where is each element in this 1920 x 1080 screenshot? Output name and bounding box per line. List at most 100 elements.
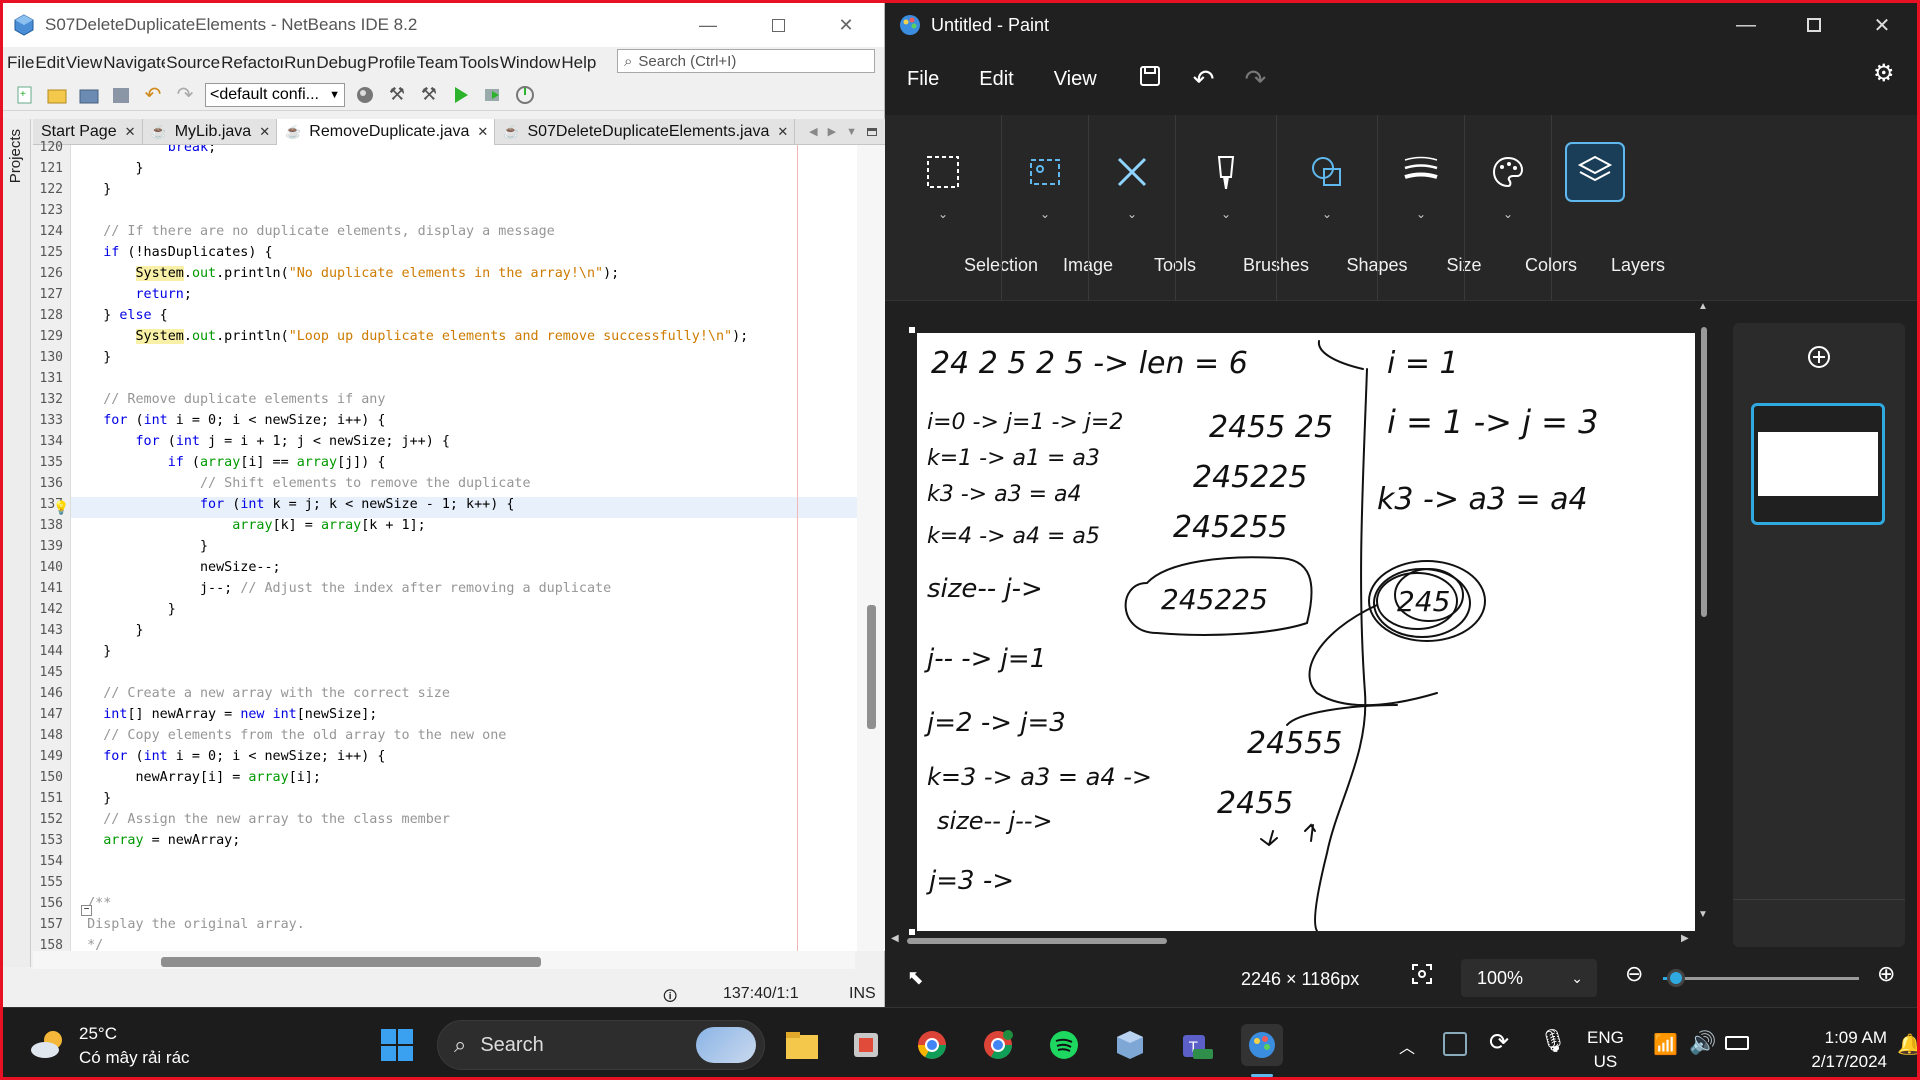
code-line[interactable]: array[k] = array[k + 1];: [71, 515, 426, 536]
save-icon[interactable]: [1139, 65, 1161, 93]
search-input[interactable]: ⌕ Search (Ctrl+I): [617, 49, 875, 73]
code-line[interactable]: }: [71, 347, 111, 368]
tab-removeduplicate[interactable]: ☕ RemoveDuplicate.java ✕: [277, 119, 496, 145]
code-line[interactable]: j--; // Adjust the index after removing …: [71, 578, 611, 599]
code-line[interactable]: // If there are no duplicate elements, d…: [71, 221, 554, 242]
chevron-left-icon[interactable]: ◀: [891, 933, 899, 944]
clean-build-icon[interactable]: ⚒: [417, 84, 441, 106]
close-button[interactable]: ✕: [811, 3, 881, 47]
zoom-out-icon[interactable]: ⊖: [1625, 961, 1643, 987]
taskbar-search[interactable]: ⌕ Search: [437, 1020, 765, 1070]
start-button[interactable]: [376, 1024, 418, 1066]
new-project-icon[interactable]: [45, 84, 69, 106]
save-all-icon[interactable]: [109, 84, 133, 106]
editor-vertical-scrollbar[interactable]: [857, 145, 885, 951]
microphone-icon[interactable]: 🎙: [1539, 1028, 1567, 1054]
close-icon[interactable]: ✕: [125, 124, 136, 140]
code-editor[interactable]: 120 121 122 123 124 125 126 127 128 129 130 131 132 1…: [33, 140, 885, 953]
office-app-icon[interactable]: [845, 1024, 887, 1066]
paint-taskbar-icon[interactable]: [1241, 1024, 1283, 1066]
code-line[interactable]: for (int j = i + 1; j < newSize; j++) {: [71, 431, 450, 452]
minimize-button[interactable]: —: [673, 3, 743, 47]
clock[interactable]: 1:09 AM 2/17/2024: [1767, 1026, 1887, 1074]
battery-icon[interactable]: [1725, 1036, 1749, 1050]
open-project-icon[interactable]: [77, 84, 101, 106]
spotify-icon[interactable]: [1043, 1024, 1085, 1066]
chrome-icon[interactable]: [911, 1024, 953, 1066]
file-explorer-icon[interactable]: [781, 1024, 823, 1066]
code-line[interactable]: newSize--;: [71, 557, 281, 578]
close-icon[interactable]: ✕: [477, 124, 488, 140]
canvas-vertical-scrollbar[interactable]: ▲ ▼: [1697, 301, 1711, 925]
run-icon[interactable]: [449, 84, 473, 106]
close-icon[interactable]: ✕: [259, 124, 270, 140]
code-line[interactable]: // Remove duplicate elements if any: [71, 389, 385, 410]
browser-icon[interactable]: [353, 84, 377, 106]
code-line[interactable]: if (array[i] == array[j]) {: [71, 452, 386, 473]
code-line[interactable]: for (int i = 0; i < newSize; i++) {: [71, 410, 385, 431]
paint-titlebar[interactable]: Untitled - Paint — ✕: [885, 3, 1917, 47]
menu-view[interactable]: View: [1054, 68, 1097, 91]
fold-toggle-icon[interactable]: −: [81, 905, 92, 916]
ribbon-colors[interactable]: ⌄ Colors: [1465, 115, 1577, 301]
tab-s07deleteduplicateelements[interactable]: ☕ S07DeleteDuplicateElements.java ✕: [495, 119, 796, 145]
close-icon[interactable]: ✕: [777, 124, 788, 140]
menu-window[interactable]: Window: [500, 53, 560, 73]
code-line[interactable]: }: [71, 158, 143, 179]
chevron-down-icon[interactable]: ▼: [1698, 909, 1708, 920]
language-indicator[interactable]: ENG US: [1587, 1026, 1624, 1074]
zoom-slider-handle[interactable]: [1667, 969, 1685, 987]
code-line[interactable]: Display the original array.: [71, 914, 305, 935]
fit-to-window-icon[interactable]: [1411, 963, 1433, 990]
code-line[interactable]: return;: [71, 284, 192, 305]
close-button[interactable]: ✕: [1847, 3, 1917, 47]
ribbon-image[interactable]: ⌄ Image: [1002, 115, 1113, 301]
volume-icon[interactable]: 🔊: [1689, 1030, 1716, 1056]
chevron-down-icon[interactable]: ▼: [846, 126, 857, 138]
code-area[interactable]: break; } } // If there are no duplicate …: [71, 145, 871, 951]
menu-debug[interactable]: Debug: [316, 53, 366, 73]
ribbon-size[interactable]: ⌄ Size: [1378, 115, 1482, 301]
code-line[interactable]: for (int k = j; k < newSize - 1; k++) {: [71, 494, 514, 515]
maximize-icon[interactable]: [867, 127, 877, 136]
new-file-icon[interactable]: +: [13, 84, 37, 106]
chevron-right-icon[interactable]: ▶: [828, 125, 836, 138]
scrollbar-thumb[interactable]: [867, 605, 876, 729]
menu-tools[interactable]: Tools: [459, 53, 499, 73]
code-line[interactable]: }: [71, 788, 111, 809]
code-line[interactable]: // Shift elements to remove the duplicat…: [71, 473, 531, 494]
teams-icon[interactable]: T: [1175, 1024, 1217, 1066]
zoom-slider[interactable]: [1663, 977, 1859, 980]
projects-side-panel[interactable]: Projects: [3, 119, 31, 967]
menu-navigate[interactable]: Navigate: [103, 53, 165, 73]
menu-file[interactable]: File: [907, 68, 939, 91]
menu-source[interactable]: Source: [166, 53, 220, 73]
tray-app-icon[interactable]: [1443, 1032, 1467, 1056]
editor-horizontal-scrollbar[interactable]: [33, 951, 855, 969]
menu-team[interactable]: Team: [417, 53, 459, 73]
debug-icon[interactable]: [481, 84, 505, 106]
scrollbar-thumb[interactable]: [161, 957, 541, 967]
menu-run[interactable]: Run: [284, 53, 315, 73]
menu-profile[interactable]: Profile: [367, 53, 415, 73]
ribbon-brushes[interactable]: ⌄ Brushes: [1176, 115, 1309, 301]
code-line[interactable]: System.out.println("Loop up duplicate el…: [71, 326, 748, 347]
hint-bulb-icon[interactable]: 💡: [53, 500, 69, 516]
projects-panel-label[interactable]: Projects: [7, 129, 24, 183]
code-line[interactable]: array = newArray;: [71, 830, 240, 851]
code-line[interactable]: */: [71, 935, 103, 951]
code-line[interactable]: int[] newArray = new int[newSize];: [71, 704, 377, 725]
ribbon-shapes[interactable]: ⌄ Shapes: [1277, 115, 1408, 301]
code-line[interactable]: }: [71, 620, 143, 641]
maximize-button[interactable]: [743, 3, 813, 47]
code-line[interactable]: System.out.println("No duplicate element…: [71, 263, 619, 284]
code-line[interactable]: if (!hasDuplicates) {: [71, 242, 272, 263]
notification-icon[interactable]: 🔔: [1897, 1032, 1917, 1057]
redo-icon[interactable]: ↷: [173, 84, 197, 106]
undo-icon[interactable]: ↶: [1193, 64, 1215, 95]
code-line[interactable]: newArray[i] = array[i];: [71, 767, 320, 788]
code-line[interactable]: break;: [71, 145, 216, 158]
layer-thumbnail[interactable]: [1751, 403, 1885, 525]
chevron-up-icon[interactable]: ▲: [1698, 301, 1708, 312]
add-layer-icon[interactable]: [1807, 345, 1831, 374]
